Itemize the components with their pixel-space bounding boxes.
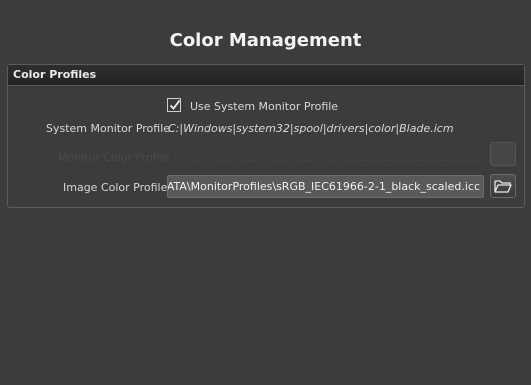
system-monitor-profile-label: System Monitor Profile xyxy=(46,122,171,135)
checkmark-icon xyxy=(169,99,181,110)
disabled-browse-button xyxy=(490,142,516,166)
folder-open-icon xyxy=(494,180,512,193)
use-system-monitor-profile-checkbox[interactable] xyxy=(167,98,181,112)
page-title: Color Management xyxy=(169,30,362,51)
color-profiles-group: Color Profiles Use System Monitor Profil… xyxy=(7,64,525,208)
group-title: Color Profiles xyxy=(8,65,524,86)
use-system-monitor-profile-label: Use System Monitor Profile xyxy=(190,100,339,113)
image-color-profile-label: Image Color Profile xyxy=(63,181,168,194)
browse-image-profile-button[interactable] xyxy=(490,174,516,198)
disabled-monitor-profile-row: Monitor Color Profile ..................… xyxy=(58,151,495,164)
system-monitor-profile-value: C:|Windows|system32|spool|drivers|color|… xyxy=(168,122,454,135)
image-color-profile-value: D_DATA\MonitorProfiles\sRGB_IEC61966-2-1… xyxy=(167,180,480,193)
image-color-profile-field[interactable]: D_DATA\MonitorProfiles\sRGB_IEC61966-2-1… xyxy=(167,175,484,198)
